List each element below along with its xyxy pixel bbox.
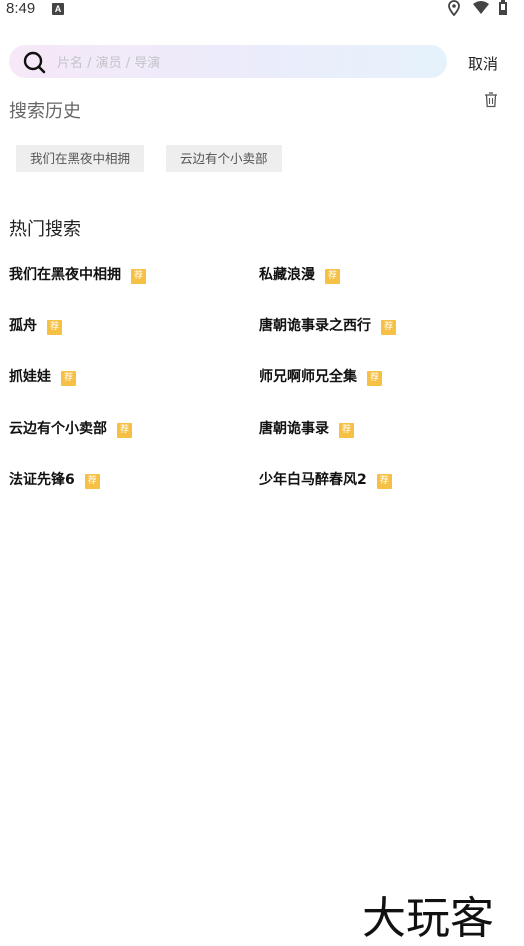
- hot-search-title: 热门搜索: [9, 219, 81, 240]
- status-time: 8:49: [6, 0, 36, 17]
- recommend-badge: 荐: [325, 269, 340, 284]
- hot-search-label: 法证先锋6: [9, 472, 75, 488]
- hot-search-label: 师兄啊师兄全集: [259, 369, 357, 385]
- recommend-badge: 荐: [61, 371, 76, 386]
- hot-search-label: 孤舟: [9, 318, 37, 334]
- recommend-badge: 荐: [367, 371, 382, 386]
- hot-search-item[interactable]: 云边有个小卖部荐: [9, 419, 132, 439]
- recommend-badge: 荐: [381, 320, 396, 335]
- recommend-badge: 荐: [117, 423, 132, 438]
- recommend-badge: 荐: [84, 474, 100, 489]
- hot-search-label: 云边有个小卖部: [9, 421, 107, 437]
- search-icon[interactable]: [22, 50, 46, 74]
- notification-icon: A: [52, 3, 64, 15]
- recommend-badge: 荐: [339, 423, 354, 438]
- hot-search-label: 唐朝诡事录之西行: [259, 318, 371, 334]
- watermark-logo: 大玩客: [362, 893, 494, 944]
- wifi-icon: [473, 1, 489, 14]
- location-icon: [448, 0, 460, 16]
- hot-search-label: 抓娃娃: [9, 369, 51, 385]
- hot-search-item[interactable]: 私藏浪漫荐: [259, 265, 340, 285]
- hot-search-item[interactable]: 少年白马醉春风2 荐: [259, 470, 392, 490]
- hot-search-label: 我们在黑夜中相拥: [9, 267, 121, 283]
- hot-search-item[interactable]: 我们在黑夜中相拥荐: [9, 265, 146, 285]
- history-tag[interactable]: 我们在黑夜中相拥: [16, 145, 145, 172]
- recommend-badge: 荐: [131, 269, 146, 284]
- hot-search-item[interactable]: 唐朝诡事录之西行荐: [259, 316, 396, 336]
- hot-search-label: 少年白马醉春风2: [259, 472, 367, 488]
- status-bar: 8:49 A: [0, 0, 524, 20]
- recommend-badge: 荐: [376, 474, 392, 489]
- search-bar: [9, 45, 447, 78]
- recommend-badge: 荐: [47, 320, 62, 335]
- history-tag[interactable]: 云边有个小卖部: [166, 145, 282, 172]
- trash-icon[interactable]: [484, 92, 498, 108]
- hot-search-item[interactable]: 孤舟荐: [9, 316, 62, 336]
- search-history-title: 搜索历史: [9, 101, 81, 122]
- battery-icon: [499, 0, 507, 15]
- hot-search-item[interactable]: 法证先锋6 荐: [9, 470, 100, 490]
- cancel-button[interactable]: 取消: [468, 53, 498, 74]
- hot-search-item[interactable]: 抓娃娃荐: [9, 367, 76, 387]
- hot-search-label: 私藏浪漫: [259, 267, 315, 283]
- hot-search-item[interactable]: 师兄啊师兄全集荐: [259, 367, 382, 387]
- search-input[interactable]: [55, 51, 439, 75]
- hot-search-item[interactable]: 唐朝诡事录荐: [259, 419, 354, 439]
- hot-search-label: 唐朝诡事录: [259, 421, 329, 437]
